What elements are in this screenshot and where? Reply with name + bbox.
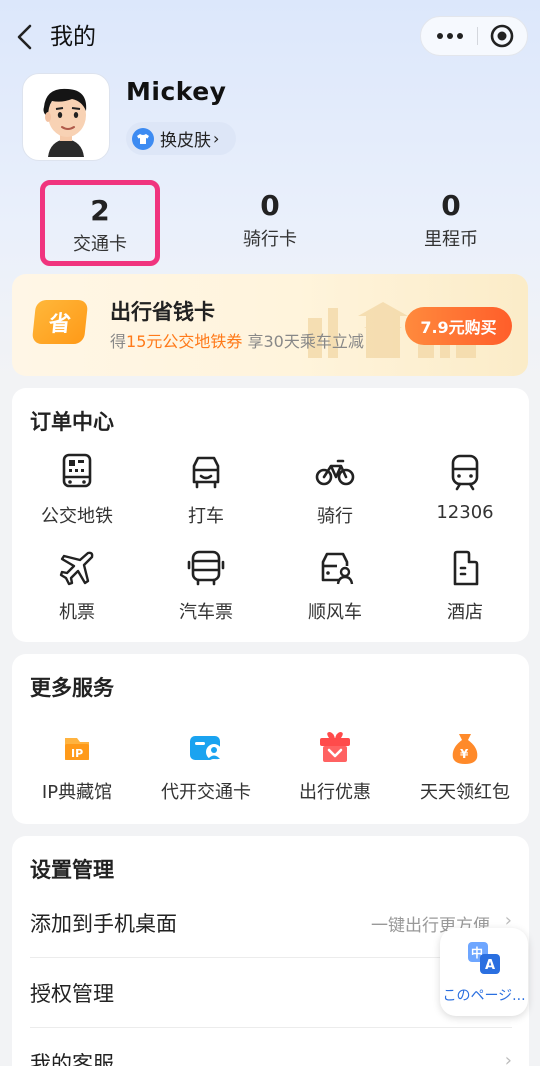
stat-label: 里程币 (424, 229, 478, 250)
issue-card-icon (190, 736, 222, 760)
svg-text:IP: IP (71, 747, 83, 760)
order-item-12306[interactable]: 12306 (400, 452, 530, 523)
service-item-label: 出行优惠 (299, 782, 371, 803)
coach-icon (187, 550, 225, 586)
order-item-hotel[interactable]: 酒店 (400, 548, 530, 624)
savings-card-subtitle: 得15元公交地铁券 享30天乘车立减 (110, 328, 364, 352)
close-mini-program-button[interactable] (478, 17, 528, 55)
stat-transit-card[interactable]: 2 交通卡 (40, 180, 160, 266)
order-center-title: 订单中心 (30, 410, 114, 434)
airplane-icon (59, 551, 94, 586)
order-item-bus-ticket[interactable]: 汽车票 (141, 548, 271, 624)
chevron-left-icon (17, 24, 32, 50)
order-item-label: 公交地铁 (41, 506, 113, 527)
stat-label: 交通卡 (73, 234, 127, 255)
order-center-card: 订单中心 公交地铁 打车 骑行 12306 机票 汽车票 顺风车 酒店 (12, 388, 529, 642)
mini-program-capsule (420, 16, 528, 56)
stat-value: 0 (441, 189, 461, 222)
carpool-icon (321, 552, 354, 585)
svg-text:¥: ¥ (460, 747, 469, 761)
setting-label: 我的客服 (30, 1052, 114, 1066)
savings-card-banner[interactable]: 省 出行省钱卡 得15元公交地铁券 享30天乘车立减 7.9元购买 (12, 274, 528, 376)
setting-label: 授权管理 (30, 982, 114, 1006)
service-item-travel-deals[interactable]: 出行优惠 (270, 728, 400, 804)
back-button[interactable] (10, 20, 42, 54)
stat-label: 骑行卡 (243, 229, 297, 250)
change-skin-label: 换皮肤 (160, 131, 211, 151)
order-item-label: 酒店 (447, 602, 483, 623)
bus-card-icon (62, 453, 92, 488)
setting-label: 添加到手机桌面 (30, 912, 177, 936)
service-item-red-packet[interactable]: ¥ 天天领红包 (400, 728, 530, 804)
stat-mileage-coins[interactable]: 0 里程币 (391, 180, 511, 266)
more-services-card: 更多服务 IP IP典藏馆 代开交通卡 出行优惠 ¥ 天天领红包 (12, 654, 529, 824)
order-item-label: 汽车票 (179, 602, 233, 623)
subtitle-highlight: 15元公交地铁券 (126, 332, 243, 351)
order-item-label: 打车 (188, 506, 224, 527)
order-item-carpool[interactable]: 顺风车 (270, 548, 400, 624)
ip-collection-icon: IP (65, 738, 89, 760)
service-item-label: 代开交通卡 (161, 782, 251, 803)
order-item-taxi[interactable]: 打车 (141, 452, 271, 528)
service-item-label: 天天领红包 (420, 782, 510, 803)
hotel-icon (453, 550, 479, 586)
translate-label: このページ... (442, 988, 526, 1004)
subtitle-prefix: 得 (110, 332, 127, 351)
money-bag-icon: ¥ (452, 734, 478, 764)
buy-button[interactable]: 7.9元购买 (405, 307, 512, 345)
service-item-issue-card[interactable]: 代开交通卡 (141, 728, 271, 804)
chevron-right-icon: › (213, 129, 220, 148)
service-item-ip-collection[interactable]: IP IP典藏馆 (12, 728, 142, 804)
order-item-cycling[interactable]: 骑行 (270, 452, 400, 528)
stat-ride-card[interactable]: 0 骑行卡 (210, 180, 330, 266)
ellipsis-icon (437, 33, 463, 39)
target-circle-icon (490, 24, 514, 48)
nav-bar: 我的 (0, 0, 540, 74)
more-button[interactable] (421, 17, 477, 55)
service-item-label: IP典藏馆 (41, 782, 113, 803)
settings-title: 设置管理 (30, 858, 114, 882)
avatar[interactable] (23, 74, 109, 160)
order-item-label: 机票 (59, 602, 95, 623)
translate-icon: 中 A (468, 942, 500, 974)
chevron-right-icon: › (504, 1050, 512, 1066)
subtitle-suffix: 享30天乘车立减 (247, 332, 364, 351)
savings-card-title: 出行省钱卡 (110, 300, 215, 324)
train-icon (451, 454, 479, 491)
order-item-label: 骑行 (317, 506, 353, 527)
bicycle-icon (315, 459, 355, 486)
svg-text:A: A (485, 958, 495, 973)
translate-page-button[interactable]: 中 A このページ... (440, 928, 528, 1016)
more-services-title: 更多服务 (30, 676, 114, 700)
tshirt-icon (132, 127, 154, 150)
page-title: 我的 (50, 24, 96, 50)
setting-row-customer-service[interactable]: 我的客服 › (30, 1028, 512, 1066)
gift-icon (320, 732, 350, 762)
stat-value: 2 (90, 194, 110, 227)
cartoon-avatar-icon (26, 77, 106, 157)
username: Mickey (126, 77, 227, 106)
order-item-label: 12306 (436, 502, 494, 523)
order-item-flight[interactable]: 机票 (12, 548, 142, 624)
stat-value: 0 (260, 189, 280, 222)
order-item-label: 顺风车 (308, 602, 362, 623)
savings-badge-icon: 省 (31, 300, 89, 344)
order-item-bus-metro[interactable]: 公交地铁 (12, 452, 142, 528)
car-icon (192, 456, 220, 489)
change-skin-button[interactable]: 换皮肤 › (126, 122, 236, 155)
